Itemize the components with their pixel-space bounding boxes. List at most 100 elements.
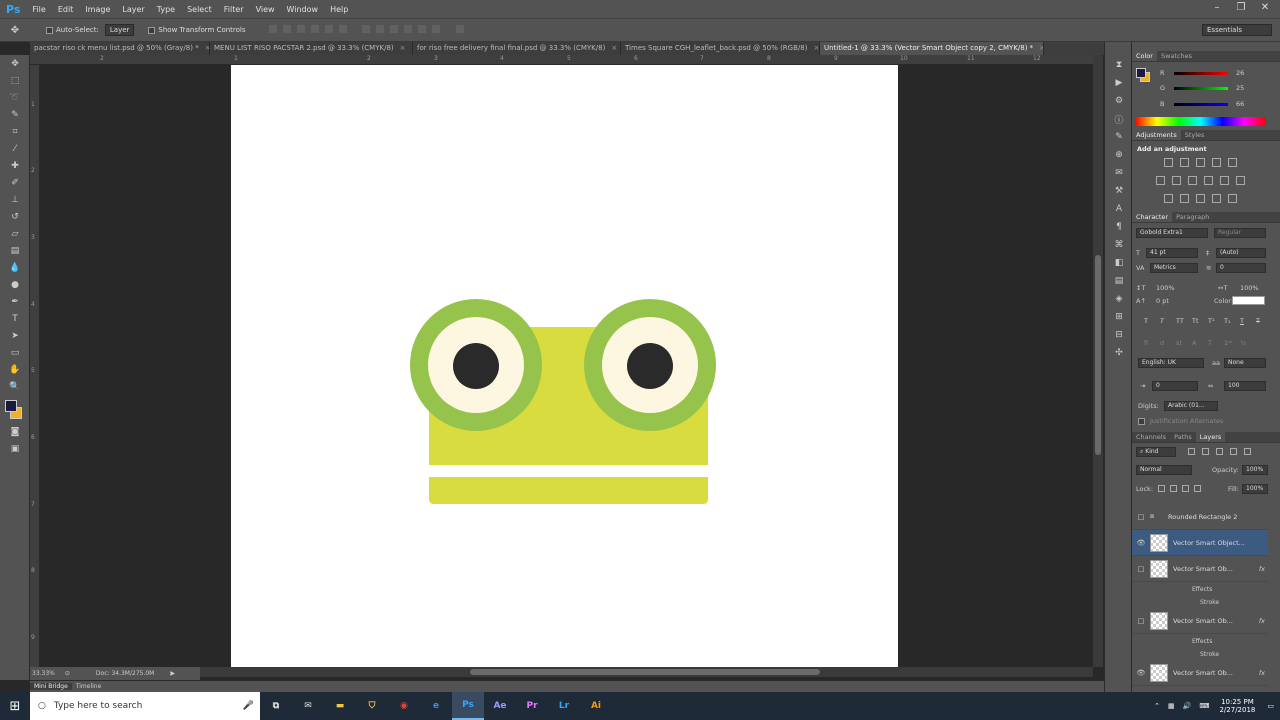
vertical-scrollbar[interactable] <box>1093 55 1103 667</box>
brush-tool-icon[interactable]: ✐ <box>0 174 30 191</box>
quick-mask-icon[interactable]: ◙ <box>0 423 30 440</box>
filter-pixel-icon[interactable] <box>1188 448 1195 455</box>
tab-doc-5[interactable]: Untitled-1 @ 33.3% (Vector Smart Object … <box>820 42 1044 55</box>
crop-tool-icon[interactable]: ⌗ <box>0 123 30 140</box>
distribute-right-icon[interactable] <box>432 25 441 33</box>
tab-doc-2[interactable]: MENU LIST RISO PACSTAR 2.psd @ 33.3% (CM… <box>210 42 413 55</box>
photoshop-taskbar-icon[interactable]: Ps <box>452 692 484 720</box>
lightroom-icon[interactable]: Lr <box>548 692 580 720</box>
glyphs-panel-icon[interactable]: ⌘ <box>1105 236 1133 254</box>
menu-layer[interactable]: Layer <box>116 5 150 14</box>
restore-icon[interactable]: ❐ <box>1229 0 1253 18</box>
stylistic-icon[interactable]: A <box>1192 339 1196 347</box>
auto-select-checkbox[interactable] <box>46 26 53 34</box>
align-left-icon[interactable] <box>310 25 319 33</box>
store-icon[interactable]: ⛉ <box>356 692 388 720</box>
text-color-swatch[interactable] <box>1232 296 1265 305</box>
invert-icon[interactable] <box>1164 194 1173 203</box>
menu-type[interactable]: Type <box>151 5 181 14</box>
timeline-panel-icon[interactable]: ⊟ <box>1105 326 1133 344</box>
character-panel-icon[interactable]: A <box>1105 200 1133 218</box>
after-effects-icon[interactable]: Ae <box>484 692 516 720</box>
posterize-icon[interactable] <box>1180 194 1189 203</box>
tab-mini-bridge[interactable]: Mini Bridge <box>30 683 72 690</box>
auto-align-icon[interactable] <box>455 25 464 33</box>
tab-channels[interactable]: Channels <box>1132 432 1170 442</box>
hand-tool-icon[interactable]: ✋ <box>0 361 30 378</box>
curves-icon[interactable] <box>1196 158 1205 167</box>
b-slider[interactable] <box>1174 103 1228 106</box>
layer-name[interactable]: Rounded Rectangle 2 <box>1168 513 1237 521</box>
superscript-icon[interactable]: T¹ <box>1208 317 1215 325</box>
document-canvas[interactable] <box>231 65 898 667</box>
font-family-select[interactable]: Gobold Extra1 <box>1136 228 1208 238</box>
blend-mode-select[interactable]: Normal <box>1136 465 1192 475</box>
fx-icon[interactable]: fx <box>1259 669 1265 677</box>
distribute-bottom-icon[interactable] <box>390 25 399 33</box>
color-balance-icon[interactable] <box>1172 176 1181 185</box>
notes-panel-icon[interactable]: ✉ <box>1105 164 1133 182</box>
ordinal-icon[interactable]: 1ˢᵗ <box>1224 339 1232 347</box>
ligature-icon[interactable]: fi <box>1144 339 1148 347</box>
horizontal-scrollbar[interactable] <box>200 667 1093 677</box>
scroll-thumb[interactable] <box>1095 255 1101 455</box>
photo-filter-icon[interactable] <box>1204 176 1213 185</box>
align-bottom-icon[interactable] <box>296 25 305 33</box>
opacity-field[interactable]: 100% <box>1242 465 1268 475</box>
actions-panel-icon[interactable]: ▶ <box>1105 74 1133 92</box>
3d-panel-icon[interactable]: ◈ <box>1105 290 1133 308</box>
stroke-effect-label[interactable]: Stroke <box>1200 651 1219 658</box>
close-icon[interactable]: × <box>1039 44 1043 52</box>
align-top-icon[interactable] <box>268 25 277 33</box>
levels-icon[interactable] <box>1180 158 1189 167</box>
tab-doc-1[interactable]: pacstar riso ck menu list.psd @ 50% (Gra… <box>30 42 210 55</box>
pen-tool-icon[interactable]: ✒ <box>0 293 30 310</box>
fractions-icon[interactable]: ½ <box>1240 339 1246 347</box>
baseline-value[interactable]: 0 pt <box>1156 297 1169 305</box>
brightness-icon[interactable] <box>1164 158 1173 167</box>
scale-field[interactable]: 100 <box>1224 381 1266 391</box>
marquee-tool-icon[interactable]: ⬚ <box>0 72 30 89</box>
subscript-icon[interactable]: T₁ <box>1224 317 1231 325</box>
shape-tool-icon[interactable]: ▭ <box>0 344 30 361</box>
dodge-tool-icon[interactable]: ● <box>0 276 30 293</box>
tab-paths[interactable]: Paths <box>1170 432 1196 442</box>
scroll-thumb[interactable] <box>470 669 820 675</box>
leading-field[interactable]: (Auto) <box>1216 248 1266 258</box>
small-caps-icon[interactable]: Tt <box>1192 317 1199 325</box>
align-vcenter-icon[interactable] <box>282 25 291 33</box>
g-value[interactable]: 25 <box>1236 84 1244 92</box>
properties-panel-icon[interactable]: ⚙ <box>1105 92 1133 110</box>
black-white-icon[interactable] <box>1188 176 1197 185</box>
keyboard-icon[interactable]: ⌨ <box>1195 702 1213 710</box>
filter-type-icon[interactable] <box>1216 448 1223 455</box>
brush-panel-icon[interactable]: ✎ <box>1105 128 1133 146</box>
distribute-vcenter-icon[interactable] <box>376 25 385 33</box>
screen-mode-icon[interactable]: ▣ <box>0 440 30 457</box>
antialias-select[interactable]: None <box>1224 358 1266 368</box>
move-tool-icon[interactable]: ✥ <box>0 55 30 72</box>
navigator-panel-icon[interactable]: ✣ <box>1105 344 1133 362</box>
clock[interactable]: 10:25 PM 2/27/2018 <box>1213 698 1261 714</box>
tab-doc-4[interactable]: Times Square CGH_leaflet_back.psd @ 50% … <box>621 42 820 55</box>
show-transform-checkbox[interactable] <box>148 26 156 34</box>
hue-saturation-icon[interactable] <box>1156 176 1165 185</box>
tab-layers[interactable]: Layers <box>1195 432 1226 442</box>
frog-artwork[interactable] <box>231 65 898 667</box>
indent-field[interactable]: 0 <box>1152 381 1198 391</box>
filter-adjustment-icon[interactable] <box>1202 448 1209 455</box>
eye-icon[interactable]: 👁 <box>1132 539 1150 547</box>
lock-position-icon[interactable] <box>1182 485 1189 492</box>
exposure-icon[interactable] <box>1212 158 1221 167</box>
old-style-icon[interactable]: ơ <box>1160 339 1164 347</box>
gradient-tool-icon[interactable]: ▤ <box>0 242 30 259</box>
color-lookup-icon[interactable] <box>1236 176 1245 185</box>
chrome-icon[interactable]: ◉ <box>388 692 420 720</box>
foreground-color-swatch[interactable] <box>5 400 17 412</box>
align-hcenter-icon[interactable] <box>324 25 333 33</box>
mail-icon[interactable]: ✉ <box>292 692 324 720</box>
tab-timeline[interactable]: Timeline <box>72 683 106 690</box>
premiere-icon[interactable]: Pr <box>516 692 548 720</box>
measurement-panel-icon[interactable]: ⊞ <box>1105 308 1133 326</box>
faux-bold-icon[interactable]: T <box>1144 317 1148 325</box>
